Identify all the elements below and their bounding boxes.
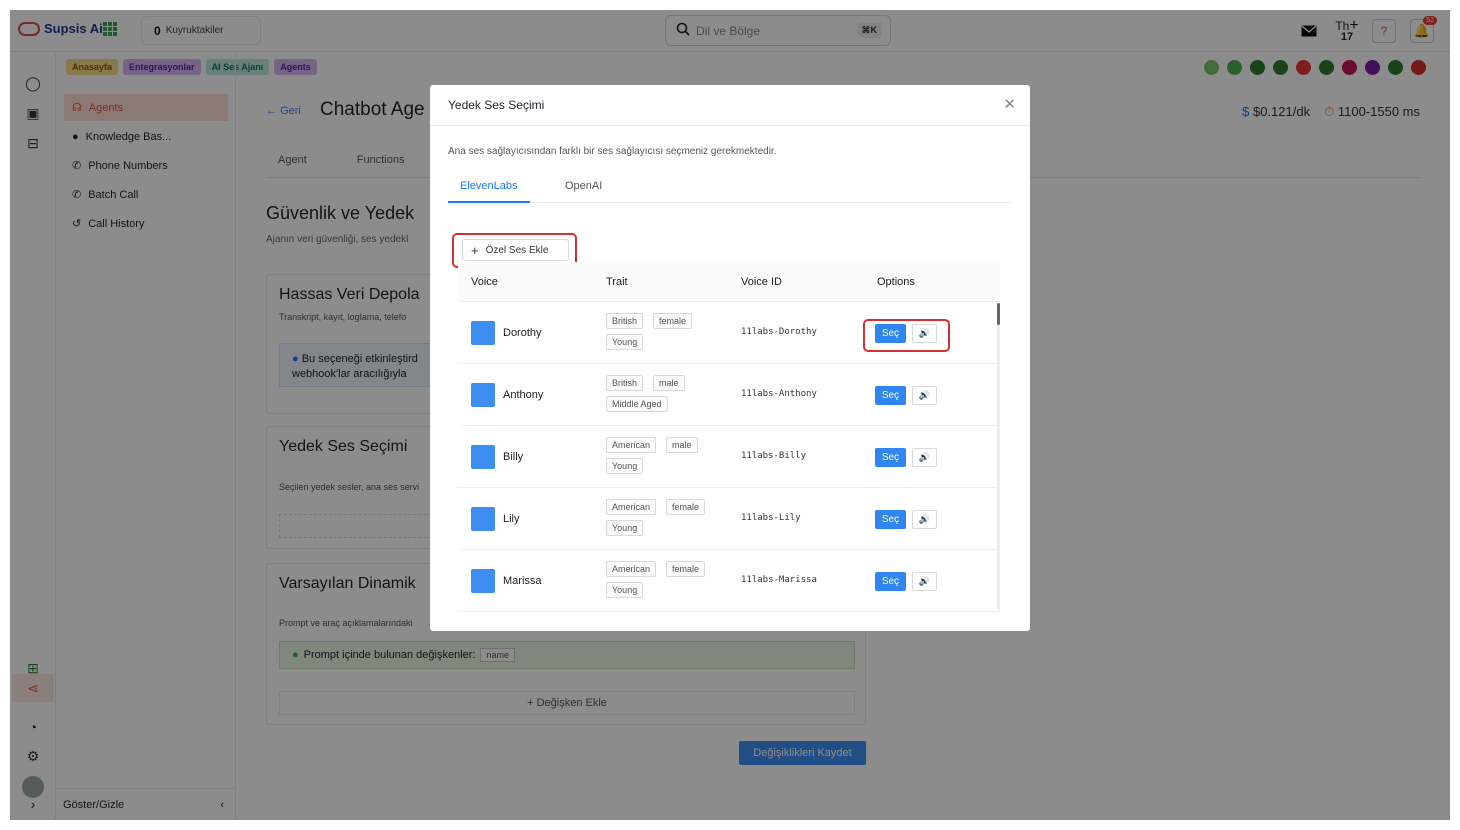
table-row: Billy American male Young 11labs-Billy S… — [458, 427, 1000, 488]
trait-tag: American — [606, 437, 657, 453]
trait-tag: Middle Aged — [606, 396, 668, 412]
voice-traits: American female Young — [606, 499, 716, 536]
voice-name: Billy — [503, 451, 524, 463]
voice-traits: American female Young — [606, 561, 716, 598]
provider-tabs: ElevenLabs OpenAI — [448, 171, 1012, 203]
play-sound-icon[interactable]: 🔊 — [912, 510, 937, 529]
play-sound-icon[interactable]: 🔊 — [912, 572, 937, 591]
col-voice-id: Voice ID — [741, 276, 782, 288]
voice-id: 11labs-Marissa — [741, 575, 817, 585]
select-button[interactable]: Seç — [875, 510, 906, 529]
modal-header: Yedek Ses Seçimi ✕ — [430, 85, 1030, 126]
active-tab-indicator — [448, 201, 530, 203]
table-row: Marissa American female Young 11labs-Mar… — [458, 551, 1000, 612]
voice-traits: British female Young — [606, 313, 716, 350]
select-button[interactable]: Seç — [875, 324, 906, 343]
voice-id: 11labs-Anthony — [741, 389, 817, 399]
voice-id: 11labs-Billy — [741, 451, 807, 461]
add-custom-voice-button[interactable]: + Özel Ses Ekle — [462, 239, 569, 261]
voice-name: Marissa — [503, 575, 542, 587]
trait-tag: male — [653, 375, 685, 391]
trait-tag: American — [606, 561, 657, 577]
scrollbar-track[interactable] — [997, 325, 1000, 610]
select-button[interactable]: Seç — [875, 572, 906, 591]
scrollbar-thumb[interactable] — [997, 303, 1000, 325]
trait-tag: male — [666, 437, 698, 453]
tab-elevenlabs[interactable]: ElevenLabs — [460, 180, 518, 192]
tab-openai[interactable]: OpenAI — [565, 180, 602, 192]
voice-swatch — [471, 321, 495, 345]
col-trait: Trait — [606, 276, 628, 288]
add-custom-label: Özel Ses Ekle — [485, 244, 549, 256]
app-window: Supsis Ai 0 Kuyruktakiler Dil ve Bölge ⌘… — [10, 10, 1450, 820]
voice-swatch — [471, 445, 495, 469]
select-button[interactable]: Seç — [875, 448, 906, 467]
trait-tag: Young — [606, 458, 644, 474]
close-icon[interactable]: ✕ — [1003, 95, 1016, 113]
trait-tag: female — [666, 499, 706, 515]
modal-description: Ana ses sağlayıcısından farklı bir ses s… — [448, 146, 777, 157]
play-sound-icon[interactable]: 🔊 — [912, 386, 937, 405]
trait-tag: female — [653, 313, 693, 329]
trait-tag: female — [666, 561, 706, 577]
voice-name: Dorothy — [503, 327, 542, 339]
play-sound-icon[interactable]: 🔊 — [912, 448, 937, 467]
voice-swatch — [471, 507, 495, 531]
trait-tag: American — [606, 499, 657, 515]
table-row: Dorothy British female Young 11labs-Doro… — [458, 303, 1000, 364]
voice-traits: British male Middle Aged — [606, 375, 716, 412]
col-voice: Voice — [471, 276, 498, 288]
trait-tag: British — [606, 313, 644, 329]
voice-table-header: Voice Trait Voice ID Options — [458, 262, 1000, 302]
trait-tag: British — [606, 375, 644, 391]
plus-icon: + — [471, 242, 479, 258]
select-button[interactable]: Seç — [875, 386, 906, 405]
table-row: Anthony British male Middle Aged 11labs-… — [458, 365, 1000, 426]
voice-id: 11labs-Dorothy — [741, 327, 817, 337]
backup-voice-modal: Yedek Ses Seçimi ✕ Ana ses sağlayıcısınd… — [430, 85, 1030, 631]
voice-swatch — [471, 383, 495, 407]
trait-tag: Young — [606, 334, 644, 350]
modal-title: Yedek Ses Seçimi — [448, 98, 545, 112]
voice-name: Anthony — [503, 389, 544, 401]
voice-table-body: Dorothy British female Young 11labs-Doro… — [458, 303, 1000, 613]
play-sound-icon[interactable]: 🔊 — [912, 324, 937, 343]
col-options: Options — [877, 276, 915, 288]
trait-tag: Young — [606, 520, 644, 536]
voice-id: 11labs-Lily — [741, 513, 801, 523]
table-row: Lily American female Young 11labs-Lily S… — [458, 489, 1000, 550]
trait-tag: Young — [606, 582, 644, 598]
voice-name: Lily — [503, 513, 520, 525]
voice-swatch — [471, 569, 495, 593]
voice-traits: American male Young — [606, 437, 716, 474]
